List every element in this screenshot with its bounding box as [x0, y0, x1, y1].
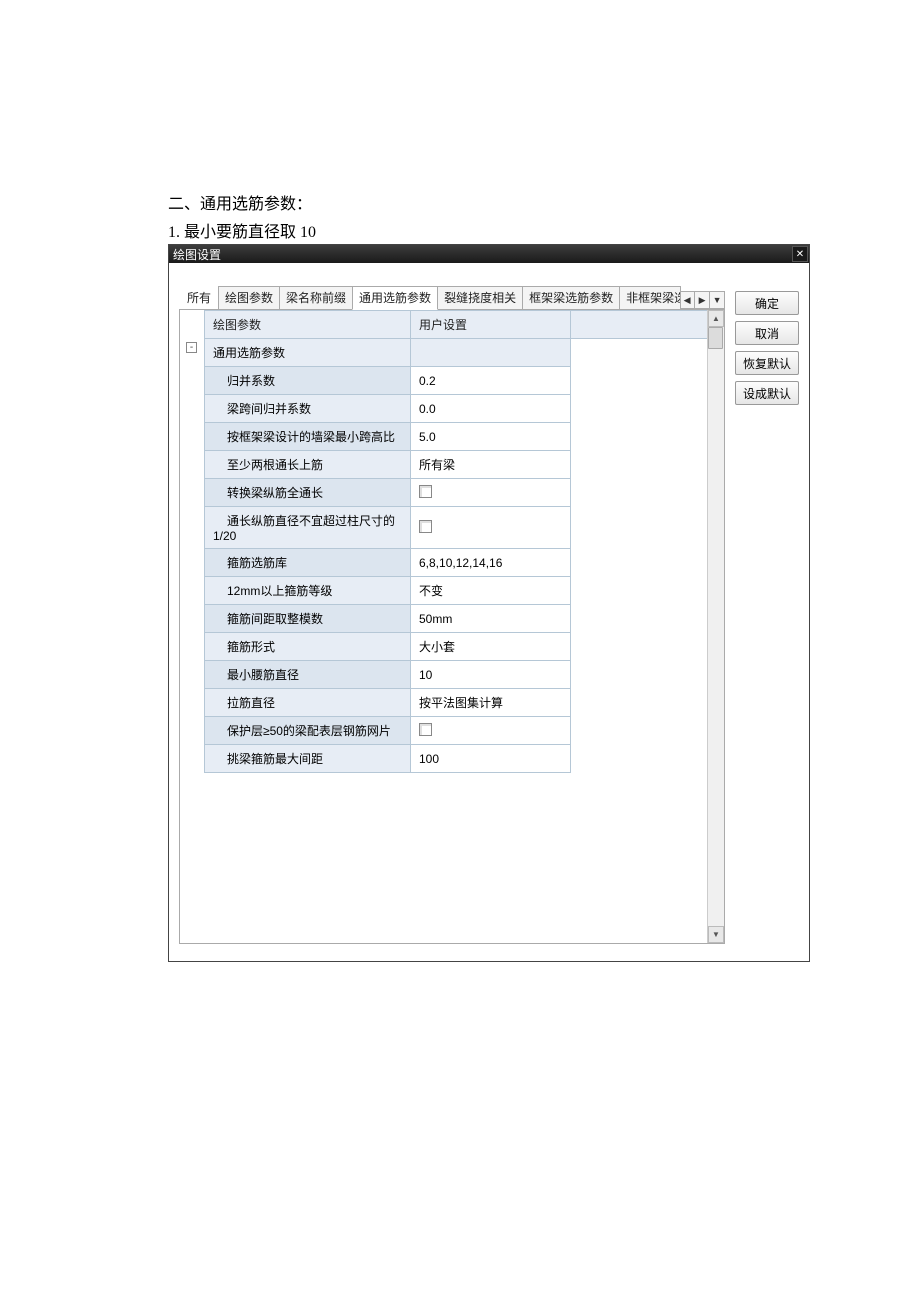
tree-gutter: - — [180, 310, 204, 943]
tab-beam-name-prefix[interactable]: 梁名称前缀 — [279, 286, 353, 309]
tab-general-rebar[interactable]: 通用选筋参数 — [352, 286, 438, 310]
param-label: 归并系数 — [205, 367, 411, 395]
param-value[interactable]: 0.2 — [411, 367, 571, 395]
section-heading: 二、通用选筋参数： — [168, 190, 920, 214]
table-row: 拉筋直径按平法图集计算 — [205, 689, 725, 717]
table-row: 梁跨间归并系数0.0 — [205, 395, 725, 423]
triangle-down-icon: ▼ — [713, 295, 722, 305]
param-label: 箍筋选筋库 — [205, 549, 411, 577]
param-label: 最小腰筋直径 — [205, 661, 411, 689]
param-label: 保护层≥50的梁配表层钢筋网片 — [205, 717, 411, 745]
tab-crack-deflection[interactable]: 裂缝挠度相关 — [437, 286, 523, 309]
table-row: 箍筋选筋库6,8,10,12,14,16 — [205, 549, 725, 577]
scroll-down-button[interactable]: ▼ — [708, 926, 724, 943]
triangle-up-icon: ▲ — [712, 314, 720, 323]
param-label: 挑梁箍筋最大间距 — [205, 745, 411, 773]
table-row: 保护层≥50的梁配表层钢筋网片 — [205, 717, 725, 745]
tab-scroll-left[interactable]: ◀ — [679, 291, 695, 309]
grid-header-blank — [571, 311, 725, 339]
tab-non-frame-beam[interactable]: 非框架梁选 — [619, 286, 681, 309]
table-row: 箍筋形式大小套 — [205, 633, 725, 661]
button-column: 确定 取消 恢复默认 设成默认 — [725, 287, 799, 944]
param-value[interactable]: 0.0 — [411, 395, 571, 423]
checkbox[interactable] — [419, 485, 432, 498]
triangle-right-icon: ▶ — [699, 295, 706, 306]
close-button[interactable]: ✕ — [792, 246, 808, 262]
param-value[interactable]: 6,8,10,12,14,16 — [411, 549, 571, 577]
table-row: 转换梁纵筋全通长 — [205, 479, 725, 507]
set-default-button[interactable]: 设成默认 — [735, 381, 799, 405]
tree-collapse-toggle[interactable]: - — [186, 342, 197, 353]
tab-draw-params[interactable]: 绘图参数 — [218, 286, 280, 309]
vertical-scrollbar[interactable]: ▲ ▼ — [707, 310, 724, 943]
grid-header-param: 绘图参数 — [205, 311, 411, 339]
param-label: 拉筋直径 — [205, 689, 411, 717]
tab-dropdown[interactable]: ▼ — [709, 291, 725, 309]
triangle-left-icon: ◀ — [684, 295, 691, 306]
restore-default-button[interactable]: 恢复默认 — [735, 351, 799, 375]
param-label: 梁跨间归并系数 — [205, 395, 411, 423]
scrollbar-thumb[interactable] — [708, 327, 723, 349]
param-value[interactable] — [411, 717, 571, 745]
param-label: 箍筋形式 — [205, 633, 411, 661]
param-value[interactable]: 大小套 — [411, 633, 571, 661]
table-row: 归并系数0.2 — [205, 367, 725, 395]
parameter-grid: 绘图参数 用户设置 通用选筋参数归并系数0.2梁跨间归并系数0.0按框架梁设计的… — [204, 310, 724, 773]
table-row: 通长纵筋直径不宜超过柱尺寸的1/20 — [205, 507, 725, 549]
table-row: 至少两根通长上筋所有梁 — [205, 451, 725, 479]
param-value[interactable]: 按平法图集计算 — [411, 689, 571, 717]
ok-button[interactable]: 确定 — [735, 291, 799, 315]
param-value[interactable]: 10 — [411, 661, 571, 689]
param-value[interactable]: 100 — [411, 745, 571, 773]
param-label: 按框架梁设计的墙梁最小跨高比 — [205, 423, 411, 451]
grid-group-value — [411, 339, 571, 367]
param-label: 通长纵筋直径不宜超过柱尺寸的1/20 — [205, 507, 411, 549]
param-label: 至少两根通长上筋 — [205, 451, 411, 479]
close-icon: ✕ — [796, 249, 804, 260]
param-value[interactable]: 所有梁 — [411, 451, 571, 479]
scroll-up-button[interactable]: ▲ — [708, 310, 724, 327]
checkbox[interactable] — [419, 723, 432, 736]
tab-all[interactable]: 所有 — [179, 287, 219, 309]
param-value[interactable]: 不变 — [411, 577, 571, 605]
dialog-title: 绘图设置 — [173, 246, 221, 263]
tab-bar: 所有 绘图参数 梁名称前缀 通用选筋参数 裂缝挠度相关 框架梁选筋参数 非框架梁… — [179, 287, 725, 309]
param-label: 12mm以上箍筋等级 — [205, 577, 411, 605]
param-value[interactable]: 5.0 — [411, 423, 571, 451]
triangle-down-icon: ▼ — [712, 930, 720, 939]
parameter-panel: - 绘图参数 用户设置 — [179, 309, 725, 944]
dialog-drawing-settings: 绘图设置 ✕ 所有 绘图参数 梁名称前缀 通用选筋参数 裂缝挠度相关 框架梁选筋… — [168, 244, 810, 962]
grid-header-value: 用户设置 — [411, 311, 571, 339]
checkbox[interactable] — [419, 520, 432, 533]
grid-group-row: 通用选筋参数 — [205, 339, 411, 367]
table-row: 12mm以上箍筋等级不变 — [205, 577, 725, 605]
param-label: 转换梁纵筋全通长 — [205, 479, 411, 507]
table-row: 按框架梁设计的墙梁最小跨高比5.0 — [205, 423, 725, 451]
param-value[interactable]: 50mm — [411, 605, 571, 633]
titlebar: 绘图设置 ✕ — [169, 245, 809, 263]
param-value[interactable] — [411, 479, 571, 507]
param-label: 箍筋间距取整模数 — [205, 605, 411, 633]
table-row: 箍筋间距取整模数50mm — [205, 605, 725, 633]
tab-scroll-right[interactable]: ▶ — [694, 291, 710, 309]
item-heading: 1. 最小要筋直径取 10 — [168, 218, 920, 242]
table-row: 挑梁箍筋最大间距100 — [205, 745, 725, 773]
param-value[interactable] — [411, 507, 571, 549]
tab-frame-beam-rebar[interactable]: 框架梁选筋参数 — [522, 286, 620, 309]
table-row: 最小腰筋直径10 — [205, 661, 725, 689]
cancel-button[interactable]: 取消 — [735, 321, 799, 345]
